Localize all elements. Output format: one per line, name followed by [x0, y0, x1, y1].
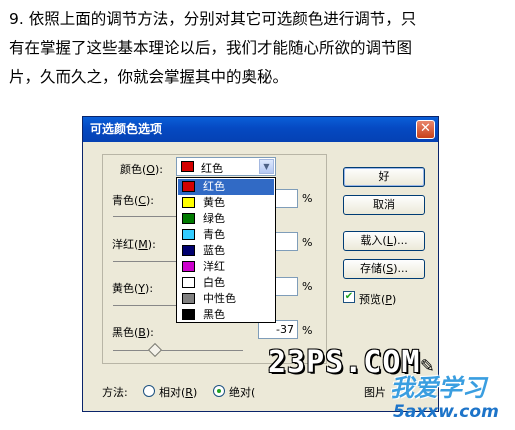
absolute-label: 绝对(	[229, 386, 256, 399]
dropdown-option[interactable]: 红色	[178, 179, 274, 195]
ok-button[interactable]: 好	[343, 167, 425, 187]
option-label: 蓝色	[203, 244, 225, 257]
option-label: 黑色	[203, 308, 225, 321]
option-swatch	[182, 261, 195, 272]
color-select[interactable]: 红色 ▼	[176, 157, 276, 176]
dropdown-option[interactable]: 洋红	[178, 259, 274, 275]
paragraph-line-1: 9. 依照上面的调节方法，分别对其它可选颜色进行调节，只	[9, 10, 417, 28]
color-select-value: 红色	[201, 162, 223, 175]
instruction-paragraph: 9. 依照上面的调节方法，分别对其它可选颜色进行调节，只 有在掌握了这些基本理论…	[9, 5, 509, 92]
option-swatch	[182, 277, 195, 288]
relative-label: 相对(R)	[159, 386, 198, 399]
option-swatch	[182, 293, 195, 304]
option-label: 白色	[203, 276, 225, 289]
dropdown-option[interactable]: 中性色	[178, 291, 274, 307]
option-swatch	[182, 181, 195, 192]
dropdown-option[interactable]: 青色	[178, 227, 274, 243]
paragraph-line-3: 片，久而久之，你就会掌握其中的奥秘。	[9, 68, 289, 86]
cyan-label: 青色(C):	[112, 194, 154, 207]
magenta-percent: %	[302, 236, 313, 249]
option-label: 绿色	[203, 212, 225, 225]
option-label: 中性色	[203, 292, 236, 305]
cyan-percent: %	[302, 192, 313, 205]
yellow-percent: %	[302, 280, 313, 293]
logo-url-text: 5axxw.com	[393, 402, 499, 422]
logo-cn-text: 我爱学习	[390, 374, 486, 402]
magenta-label: 洋红(M):	[112, 238, 156, 251]
dropdown-option[interactable]: 白色	[178, 275, 274, 291]
option-label: 黄色	[203, 196, 225, 209]
dropdown-option[interactable]: 黑色	[178, 307, 274, 323]
yellow-label: 黄色(Y):	[112, 282, 154, 295]
black-percent: %	[302, 324, 313, 337]
color-dropdown-list: 红色黄色绿色青色蓝色洋红白色中性色黑色	[176, 177, 276, 323]
black-label: 黑色(B):	[112, 326, 154, 339]
close-icon[interactable]: ✕	[416, 120, 435, 139]
absolute-radio[interactable]	[213, 385, 225, 397]
color-swatch	[181, 161, 194, 172]
color-label: 颜色(O):	[120, 163, 163, 176]
option-swatch	[182, 197, 195, 208]
relative-radio[interactable]	[143, 385, 155, 397]
option-label: 洋红	[203, 260, 225, 273]
dropdown-option[interactable]: 黄色	[178, 195, 274, 211]
method-label: 方法:	[102, 386, 128, 399]
dialog-titlebar[interactable]: 可选颜色选项 ✕	[83, 117, 438, 142]
preview-label: 预览(P)	[359, 293, 397, 306]
save-button[interactable]: 存储(S)...	[343, 259, 425, 279]
dropdown-option[interactable]: 绿色	[178, 211, 274, 227]
dropdown-option[interactable]: 蓝色	[178, 243, 274, 259]
option-swatch	[182, 245, 195, 256]
option-swatch	[182, 229, 195, 240]
dialog-title: 可选颜色选项	[90, 122, 163, 136]
option-label: 红色	[203, 180, 225, 193]
black-slider-track[interactable]	[113, 350, 243, 351]
preview-checkbox[interactable]: ✔	[343, 291, 355, 303]
cancel-button[interactable]: 取消	[343, 195, 425, 215]
paragraph-line-2: 有在掌握了这些基本理论以后，我们才能随心所欲的调节图	[9, 39, 413, 57]
option-swatch	[182, 213, 195, 224]
chevron-down-icon[interactable]: ▼	[259, 159, 274, 174]
option-label: 青色	[203, 228, 225, 241]
load-button[interactable]: 载入(L)...	[343, 231, 425, 251]
cut-off-text: 图片	[364, 386, 386, 399]
option-swatch	[182, 309, 195, 320]
